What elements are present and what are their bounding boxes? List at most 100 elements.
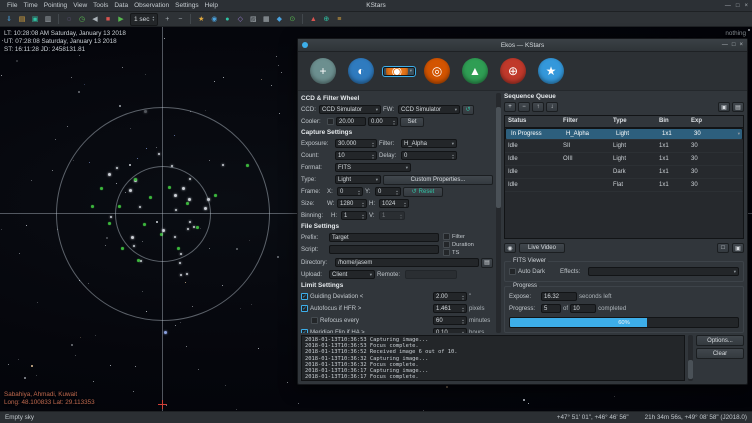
ekos-tab-setup[interactable]: + [307,55,339,87]
prefix-ts-checkbox[interactable] [443,249,450,256]
open-fits-icon[interactable]: ▤ [16,13,28,25]
live-video-button[interactable]: Live Video [519,243,565,253]
ekos-tab-focus[interactable]: ◐ [345,55,377,87]
time-stop-icon[interactable]: ■ [102,13,114,25]
time-backward-icon[interactable]: ◀ [89,13,101,25]
show-constellation-lines-icon[interactable]: ▨ [247,13,259,25]
record-icon[interactable]: ◉ [504,243,516,253]
ccd-select[interactable]: CCD Simulator [319,105,381,114]
whats-interesting-icon[interactable]: ≡ [333,13,345,25]
directory-input[interactable]: /home/jasem [335,258,479,267]
time-forward-icon[interactable]: ▶ [115,13,127,25]
show-milky-way-icon[interactable]: ◆ [273,13,285,25]
menu-time[interactable]: Time [20,2,40,9]
open-queue-icon[interactable]: ▤ [732,102,744,112]
autofocus-checkbox[interactable] [301,305,308,312]
sequence-row[interactable]: Idle Dark 1x1 30 [505,166,743,179]
refocus-checkbox[interactable] [311,317,318,324]
maximize-icon[interactable]: □ [736,3,740,9]
show-planets-icon[interactable]: ● [221,13,233,25]
add-job-icon[interactable]: + [504,102,516,112]
custom-properties-button[interactable]: Custom Properties... [383,175,493,185]
options-button[interactable]: Options... [696,335,744,346]
prefix-input[interactable]: Target [329,233,439,242]
ekos-tab-capture[interactable]: ◉ [383,67,415,76]
download-data-icon[interactable]: ⇓ [3,13,15,25]
refresh-devices-icon[interactable]: ↺ [462,105,474,115]
ekos-titlebar[interactable]: Ekos — KStars — □ × [298,39,747,52]
export-sky-image-icon[interactable]: ▣ [29,13,41,25]
ekos-icon[interactable]: ▲ [307,13,319,25]
cooler-checkbox[interactable] [327,118,334,125]
show-stars-icon[interactable]: ★ [195,13,207,25]
meridian-flip-checkbox[interactable] [301,329,308,333]
delay-spinner[interactable]: 0 [401,151,457,160]
ekos-minimize-icon[interactable]: — [722,42,728,48]
sequence-row[interactable]: Idle OIII Light 1x1 30 [505,153,743,166]
ekos-tab-observatory[interactable]: ★ [535,55,567,87]
log-output[interactable]: 2018-01-13T10:36:53 Capturing image... 2… [301,335,685,381]
frame-x-spinner[interactable]: 0 [337,187,363,196]
remove-job-icon[interactable]: − [518,102,530,112]
menu-view[interactable]: View [70,2,90,9]
menu-settings[interactable]: Settings [172,2,202,9]
zoom-in-icon[interactable]: + [161,13,173,25]
log-scrollbar[interactable] [688,335,693,381]
fullscreen-icon[interactable]: ▣ [732,243,744,253]
bin-h-spinner[interactable]: 1 [341,211,367,220]
ekos-tab-align[interactable]: ⊕ [497,55,529,87]
menu-file[interactable]: File [4,2,20,9]
move-job-up-icon[interactable]: ↑ [532,102,544,112]
minimize-icon[interactable]: — [725,3,731,9]
titlebar[interactable]: File Time Pointing View Tools Data Obser… [0,0,752,12]
move-job-down-icon[interactable]: ↓ [546,102,558,112]
bin-v-spinner[interactable]: 1 [379,211,405,220]
show-horizon-icon[interactable]: ⊙ [286,13,298,25]
save-queue-icon[interactable]: ▣ [718,102,730,112]
show-supernovae-icon[interactable]: ◇ [234,13,246,25]
time-step-spinner[interactable]: 1 sec ▴▾ [130,13,158,26]
script-input[interactable] [329,245,439,254]
guide-deviation-spinner[interactable]: 2.00 [433,292,467,301]
ekos-tab-mount[interactable]: ▲ [459,55,491,87]
menu-data[interactable]: Data [111,2,131,9]
cooler-setpoint-spinner[interactable]: 0.00 [368,117,398,126]
effects-select[interactable] [588,267,739,276]
menu-pointing[interactable]: Pointing [41,2,71,9]
ekos-close-icon[interactable]: × [739,42,743,48]
sequence-row[interactable]: Idle SII Light 1x1 30 [505,140,743,153]
show-dso-icon[interactable]: ◉ [208,13,220,25]
sequence-row[interactable]: Idle Flat 1x1 30 [505,179,743,192]
ekos-maximize-icon[interactable]: □ [732,42,736,48]
clear-log-button[interactable]: Clear [696,348,744,359]
sequence-row[interactable]: In Progress H_Alpha Light 1x1 30 [505,128,743,140]
time-step-arrows-icon[interactable]: ▴▾ [153,16,155,23]
close-icon[interactable]: × [744,3,748,9]
format-select[interactable]: FITS [335,163,411,172]
frame-reset-button[interactable]: ↺ Reset [403,187,443,197]
ekos-tab-guide[interactable]: ◎ [421,55,453,87]
size-h-spinner[interactable]: 1024 [379,199,409,208]
menu-tools[interactable]: Tools [90,2,111,9]
set-time-icon[interactable]: ◷ [76,13,88,25]
remote-input[interactable] [405,270,457,279]
sequence-table[interactable]: Status Filter Type Bin Exp In Progress H… [504,115,744,239]
prefix-duration-checkbox[interactable] [443,241,450,248]
zoom-out-icon[interactable]: − [174,13,186,25]
prefix-filter-checkbox[interactable] [443,233,450,240]
count-spinner[interactable]: 10 [335,151,377,160]
detach-view-icon[interactable]: □ [717,243,729,253]
upload-select[interactable]: Client [329,270,375,279]
menu-help[interactable]: Help [202,2,221,9]
browse-folder-icon[interactable]: ▤ [481,258,493,268]
exposure-spinner[interactable]: 30.000 [335,139,377,148]
fw-select[interactable]: CCD Simulator [398,105,460,114]
left-panel-scrollbar[interactable] [496,93,501,333]
print-icon[interactable]: ▥ [42,13,54,25]
menu-observation[interactable]: Observation [131,2,172,9]
filter-select[interactable]: H_Alpha [401,139,457,148]
refocus-spinner[interactable]: 60 [433,316,467,325]
fov-symbol-icon[interactable]: ⊕ [320,13,332,25]
autofocus-spinner[interactable]: 1.461 [433,304,467,313]
find-object-icon[interactable]: ◌ [63,13,75,25]
